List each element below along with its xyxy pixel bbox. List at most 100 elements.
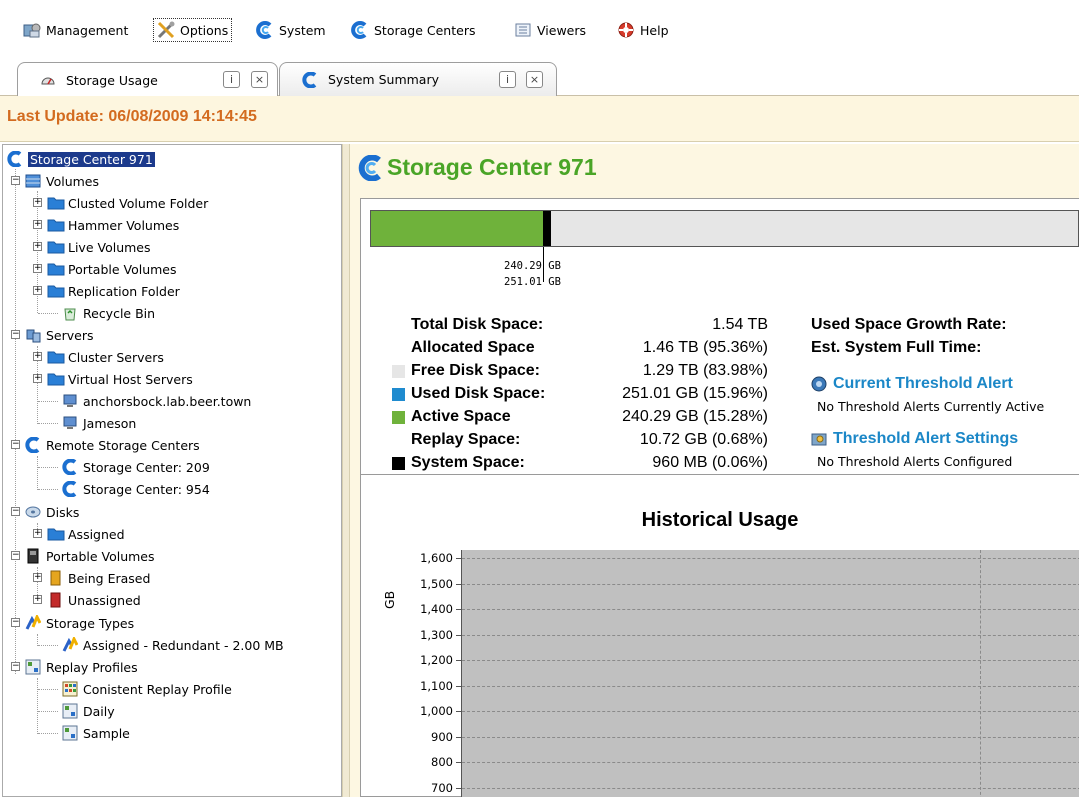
gridline <box>462 609 1079 610</box>
tree-item-replay-profile[interactable]: Daily <box>62 700 115 722</box>
tab-info-button[interactable]: i <box>223 71 240 88</box>
stat-label: Used Disk Space: <box>411 385 546 402</box>
y-tick-label: 1,500 <box>420 576 453 591</box>
expand-icon[interactable]: + <box>33 220 42 229</box>
tree-item-portable-volumes[interactable]: Portable Volumes <box>25 545 155 567</box>
y-tick-mark <box>456 685 461 687</box>
tree-item-remote-storage-centers[interactable]: Remote Storage Centers <box>25 434 200 456</box>
expand-icon[interactable]: + <box>33 264 42 273</box>
volumes-icon <box>25 173 41 189</box>
system-space-fill <box>543 211 551 246</box>
gauge-icon <box>40 72 56 88</box>
expand-icon[interactable]: + <box>33 242 42 251</box>
tree-item-portable-folder[interactable]: Being Erased <box>47 567 150 589</box>
chart-title: Historical Usage <box>641 509 799 531</box>
legend-swatch <box>392 457 405 470</box>
tree-item-disk-folder[interactable]: Assigned <box>47 523 125 545</box>
menu-storage-centers[interactable]: Storage Centers <box>348 18 478 42</box>
management-icon <box>23 21 41 39</box>
tab-close-button[interactable]: × <box>526 71 543 88</box>
collapse-icon[interactable]: − <box>11 440 20 449</box>
tree-item-servers[interactable]: Servers <box>25 324 94 346</box>
tree-item-storage-types[interactable]: Storage Types <box>25 612 134 634</box>
tree-item-recycle-bin[interactable]: Recycle Bin <box>62 302 155 324</box>
stat-label: Total Disk Space: <box>411 316 544 333</box>
collapse-icon[interactable]: − <box>11 507 20 516</box>
settings-icon <box>811 431 827 447</box>
gridline <box>462 762 1079 763</box>
tab-info-button[interactable]: i <box>499 71 516 88</box>
tree-item-volume-folder[interactable]: Portable Volumes <box>47 258 177 280</box>
y-tick-mark <box>456 583 461 585</box>
collapse-icon[interactable]: − <box>11 330 20 339</box>
expand-icon[interactable]: + <box>33 286 42 295</box>
tree-item-server-folder[interactable]: Cluster Servers <box>47 346 164 368</box>
tree-item-server-folder[interactable]: Virtual Host Servers <box>47 368 193 390</box>
tree-item-storage-center-971[interactable]: Storage Center 971 <box>7 148 155 170</box>
panel-splitter[interactable] <box>342 144 350 797</box>
tree-item-volume-folder[interactable]: Live Volumes <box>47 236 151 258</box>
historical-usage-panel: Historical Usage 1,600 1,500 1,400 1,300 1,2… <box>360 474 1079 797</box>
usage-bar <box>370 210 1079 247</box>
stat-label: Allocated Space <box>411 339 535 356</box>
expand-icon[interactable]: + <box>33 573 42 582</box>
tree-item-replay-profiles[interactable]: Replay Profiles <box>25 656 138 678</box>
tree-item-volume-folder[interactable]: Hammer Volumes <box>47 214 179 236</box>
tree-item-volume-folder[interactable]: Replication Folder <box>47 280 180 302</box>
stat-value: 251.01 GB (15.96%) <box>622 385 768 402</box>
menu-system[interactable]: System <box>253 18 329 42</box>
y-tick-label: 1,100 <box>420 678 453 693</box>
replay-profile-icon <box>62 703 78 719</box>
folder-icon <box>47 349 65 365</box>
being-erased-icon <box>47 570 63 586</box>
expand-icon[interactable]: + <box>33 374 42 383</box>
tree-item-server[interactable]: Jameson <box>62 412 136 434</box>
folder-icon <box>47 239 65 255</box>
chart-plot-area <box>461 550 1079 797</box>
threshold-alert-settings-link[interactable]: Threshold Alert Settings <box>811 430 1018 448</box>
storage-type-icon <box>62 635 79 653</box>
tree-item-replay-profile[interactable]: Conistent Replay Profile <box>62 678 232 700</box>
stat-label: Free Disk Space: <box>411 362 540 379</box>
tree-item-server[interactable]: anchorsbock.lab.beer.town <box>62 390 251 412</box>
expand-icon[interactable]: + <box>33 352 42 361</box>
tab-system-summary[interactable]: System Summary i × <box>279 62 557 96</box>
storage-center-icon <box>358 154 384 181</box>
tree-item-volume-folder[interactable]: Clusted Volume Folder <box>47 192 208 214</box>
tab-storage-usage[interactable]: Storage Usage i × <box>17 62 278 97</box>
menu-options[interactable]: Options <box>153 18 233 42</box>
expand-icon[interactable]: + <box>33 529 42 538</box>
tree-item-volumes[interactable]: Volumes <box>25 170 99 192</box>
tree-item-disks[interactable]: Disks <box>25 501 79 523</box>
tree-item-storage-type[interactable]: Assigned - Redundant - 2.00 MB <box>62 634 284 656</box>
storage-usage-panel: 240.29 GB 251.01 GB Total Disk Space: 1.5… <box>360 198 1079 488</box>
collapse-icon[interactable]: − <box>11 662 20 671</box>
unassigned-icon <box>47 592 63 608</box>
active-space-marker-label: 240.29 GB <box>504 260 561 272</box>
collapse-icon[interactable]: − <box>11 176 20 185</box>
collapse-icon[interactable]: − <box>11 618 20 627</box>
folder-icon <box>47 261 65 277</box>
expand-icon[interactable]: + <box>33 595 42 604</box>
menu-viewers[interactable]: Viewers <box>511 18 589 42</box>
y-axis-label: GB <box>382 590 397 609</box>
y-tick-mark <box>456 787 461 789</box>
legend-swatch <box>392 388 405 401</box>
y-tick-label: 1,300 <box>420 627 453 642</box>
collapse-icon[interactable]: − <box>11 551 20 560</box>
gridline <box>462 660 1079 661</box>
folder-icon <box>47 526 65 542</box>
tab-close-button[interactable]: × <box>251 71 268 88</box>
tree-item-portable-folder[interactable]: Unassigned <box>47 589 141 611</box>
tree-item-remote-storage-center[interactable]: Storage Center: 954 <box>62 478 210 500</box>
tree-item-replay-profile[interactable]: Sample <box>62 722 130 744</box>
menu-help[interactable]: Help <box>614 18 672 42</box>
navigation-tree[interactable]: Storage Center 971 − Volumes + Clusted V… <box>2 144 342 797</box>
y-tick-label: 700 <box>431 780 453 795</box>
expand-icon[interactable]: + <box>33 198 42 207</box>
tree-item-remote-storage-center[interactable]: Storage Center: 209 <box>62 456 210 478</box>
last-update-label: Last Update: 06/08/2009 14:14:45 <box>7 108 257 125</box>
current-threshold-alert-link[interactable]: Current Threshold Alert <box>811 375 1013 393</box>
stat-value: 1.29 TB (83.98%) <box>642 362 768 379</box>
menu-management[interactable]: Management <box>20 18 131 42</box>
